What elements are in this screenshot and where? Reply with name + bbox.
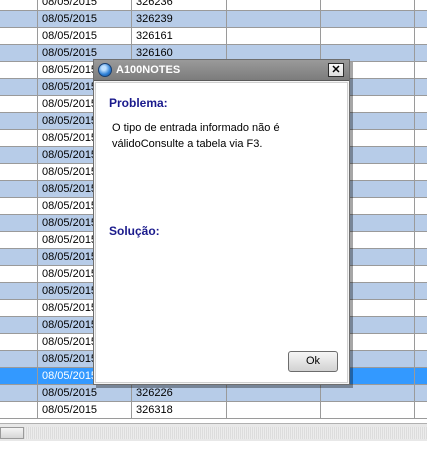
- date-cell: 08/05/2015: [38, 385, 132, 401]
- table-cell: [0, 164, 38, 180]
- scrollbar-thumb[interactable]: [0, 427, 24, 439]
- table-cell: [415, 283, 427, 299]
- table-row[interactable]: 08/05/2015 326226: [0, 385, 427, 402]
- table-row[interactable]: 08/05/2015 326161: [0, 28, 427, 45]
- date-cell: 08/05/2015: [38, 28, 132, 44]
- table-cell: [0, 11, 38, 27]
- table-cell: [415, 62, 427, 78]
- dialog-body: Problema: O tipo de entrada informado nã…: [95, 82, 348, 383]
- table-cell: [0, 368, 38, 384]
- table-cell: [415, 11, 427, 27]
- table-cell: [0, 232, 38, 248]
- table-cell: [415, 181, 427, 197]
- table-cell: [0, 96, 38, 112]
- table-cell: [0, 147, 38, 163]
- table-cell: [415, 334, 427, 350]
- code-cell: 326226: [132, 385, 227, 401]
- table-cell: [0, 62, 38, 78]
- code-cell: 326236: [132, 0, 227, 10]
- table-cell: [415, 28, 427, 44]
- scrollbar-track[interactable]: [24, 427, 427, 439]
- table-cell: [0, 79, 38, 95]
- table-cell: [415, 130, 427, 146]
- table-cell: [415, 113, 427, 129]
- table-cell: [0, 181, 38, 197]
- problem-heading: Problema:: [109, 96, 168, 110]
- table-row[interactable]: 08/05/2015 326239: [0, 11, 427, 28]
- code-cell: 326318: [132, 402, 227, 418]
- status-area: [0, 441, 427, 462]
- table-cell: [321, 0, 415, 10]
- date-cell: 08/05/2015: [38, 0, 132, 10]
- table-cell: [0, 283, 38, 299]
- table-row[interactable]: 08/05/2015 326318: [0, 402, 427, 419]
- ok-button[interactable]: Ok: [288, 351, 338, 372]
- table-cell: [415, 385, 427, 401]
- table-cell: [0, 300, 38, 316]
- table-cell: [321, 385, 415, 401]
- solution-heading: Solução:: [109, 224, 160, 238]
- code-cell: 326239: [132, 11, 227, 27]
- table-cell: [0, 385, 38, 401]
- table-cell: [0, 402, 38, 418]
- close-button[interactable]: ✕: [328, 63, 344, 77]
- table-cell: [415, 215, 427, 231]
- table-cell: [321, 402, 415, 418]
- table-cell: [415, 79, 427, 95]
- table-cell: [0, 113, 38, 129]
- table-cell: [0, 45, 38, 61]
- table-cell: [415, 402, 427, 418]
- table-cell: [227, 11, 321, 27]
- table-cell: [415, 300, 427, 316]
- table-cell: [415, 351, 427, 367]
- table-cell: [0, 198, 38, 214]
- table-cell: [321, 28, 415, 44]
- code-cell: 326161: [132, 28, 227, 44]
- dialog-title: A100NOTES: [116, 64, 181, 76]
- table-cell: [0, 215, 38, 231]
- table-cell: [0, 317, 38, 333]
- app-logo-icon: [98, 63, 112, 77]
- table-cell: [415, 147, 427, 163]
- date-cell: 08/05/2015: [38, 402, 132, 418]
- table-cell: [415, 198, 427, 214]
- table-cell: [415, 0, 427, 10]
- table-cell: [0, 334, 38, 350]
- table-cell: [415, 164, 427, 180]
- table-cell: [227, 28, 321, 44]
- horizontal-scrollbar[interactable]: [0, 423, 427, 442]
- table-cell: [415, 232, 427, 248]
- table-cell: [0, 28, 38, 44]
- table-cell: [0, 351, 38, 367]
- table-cell: [0, 249, 38, 265]
- table-cell: [227, 0, 321, 10]
- problem-message: O tipo de entrada informado não é válido…: [112, 122, 280, 150]
- table-cell: [321, 11, 415, 27]
- notes-dialog: A100NOTES ✕ Problema: O tipo de entrada …: [93, 59, 350, 385]
- table-row[interactable]: 08/05/2015 326236: [0, 0, 427, 11]
- dialog-titlebar[interactable]: A100NOTES ✕: [94, 60, 349, 81]
- table-cell: [227, 385, 321, 401]
- table-cell: [415, 266, 427, 282]
- table-cell: [415, 368, 427, 384]
- table-cell: [415, 96, 427, 112]
- table-cell: [415, 249, 427, 265]
- table-cell: [0, 0, 38, 10]
- table-cell: [415, 317, 427, 333]
- table-cell: [0, 130, 38, 146]
- table-cell: [0, 266, 38, 282]
- table-cell: [227, 402, 321, 418]
- table-cell: [415, 45, 427, 61]
- date-cell: 08/05/2015: [38, 11, 132, 27]
